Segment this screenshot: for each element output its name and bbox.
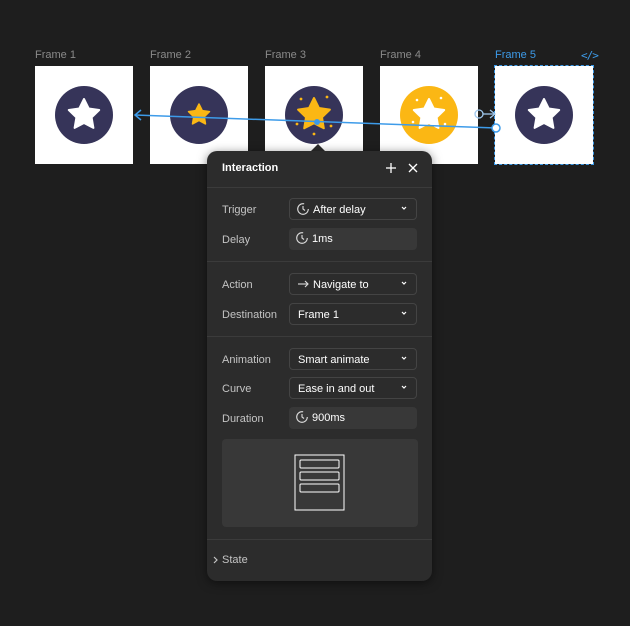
- destination-label: Destination: [222, 309, 278, 321]
- trigger-value: After delay: [313, 204, 366, 216]
- trigger-label: Trigger: [222, 204, 257, 216]
- chevron-down-icon: [401, 281, 407, 285]
- panel-header: Interaction: [207, 151, 432, 188]
- chevron-down-icon: [401, 311, 407, 315]
- delay-input[interactable]: 1ms: [289, 228, 417, 250]
- plus-icon[interactable]: [383, 160, 399, 176]
- action-label: Action: [222, 279, 253, 291]
- section-divider: [207, 336, 432, 337]
- action-select[interactable]: Navigate to: [289, 273, 417, 295]
- timer-icon: [296, 411, 308, 423]
- chevron-right-icon[interactable]: [212, 555, 220, 565]
- animation-label: Animation: [222, 354, 271, 366]
- timer-icon: [296, 232, 308, 244]
- chevron-down-icon: [401, 385, 407, 389]
- curve-label: Curve: [222, 383, 252, 395]
- section-divider: [207, 539, 432, 540]
- frame-preview-icon: [294, 454, 345, 511]
- interaction-panel: Interaction Trigger After delay Delay 1m…: [207, 151, 432, 581]
- state-section-toggle[interactable]: State: [222, 554, 248, 566]
- animation-preview: [222, 439, 418, 527]
- panel-title: Interaction: [222, 162, 279, 174]
- destination-select[interactable]: Frame 1: [289, 303, 417, 325]
- duration-value: 900ms: [312, 412, 346, 424]
- curve-select[interactable]: Ease in and out: [289, 377, 417, 399]
- action-value: Navigate to: [313, 279, 369, 291]
- delay-value: 1ms: [312, 233, 333, 245]
- chevron-down-icon: [401, 206, 407, 210]
- delay-label: Delay: [222, 234, 251, 246]
- connection-handle[interactable]: [491, 123, 501, 133]
- arrow-right-icon: [298, 280, 309, 288]
- section-divider: [207, 261, 432, 262]
- close-icon[interactable]: [405, 160, 421, 176]
- curve-value: Ease in and out: [298, 383, 375, 395]
- animation-value: Smart animate: [298, 354, 370, 366]
- chevron-down-icon: [401, 356, 407, 360]
- timer-icon: [297, 203, 309, 215]
- destination-value: Frame 1: [298, 309, 339, 321]
- trigger-select[interactable]: After delay: [289, 198, 417, 220]
- duration-input[interactable]: 900ms: [289, 407, 417, 429]
- animation-select[interactable]: Smart animate: [289, 348, 417, 370]
- duration-label: Duration: [222, 413, 264, 425]
